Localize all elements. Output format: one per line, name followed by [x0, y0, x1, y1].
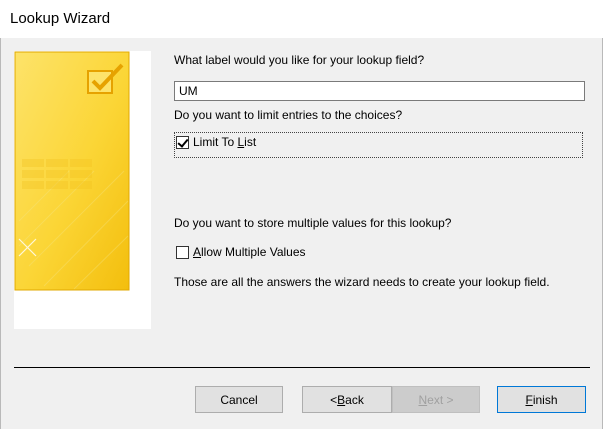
next-button[interactable]: Next >: [392, 386, 480, 413]
allow-multiple-label[interactable]: Allow Multiple Values: [193, 245, 306, 259]
label-question: What label would you like for your looku…: [174, 53, 425, 67]
label-input[interactable]: [174, 81, 585, 101]
limit-question: Do you want to limit entries to the choi…: [174, 108, 403, 122]
allow-multiple-option[interactable]: Allow Multiple Values: [176, 245, 306, 259]
footer-divider: [14, 367, 590, 368]
back-button[interactable]: < Back: [302, 386, 392, 413]
final-note: Those are all the answers the wizard nee…: [174, 275, 550, 289]
window-left-border: [0, 38, 1, 429]
limit-to-list-label[interactable]: Limit To List: [193, 135, 256, 149]
window-title: Lookup Wizard: [10, 10, 111, 27]
allow-multiple-checkbox[interactable]: [176, 245, 189, 259]
finish-button[interactable]: Finish: [497, 386, 586, 413]
wizard-image-panel: [14, 51, 151, 329]
limit-to-list-option[interactable]: Limit To List: [176, 135, 256, 149]
title-bar: Lookup Wizard: [0, 0, 603, 38]
limit-to-list-checkbox[interactable]: [176, 135, 189, 149]
wizard-illustration: [14, 51, 130, 291]
cancel-button[interactable]: Cancel: [195, 386, 283, 413]
multi-question: Do you want to store multiple values for…: [174, 216, 452, 230]
